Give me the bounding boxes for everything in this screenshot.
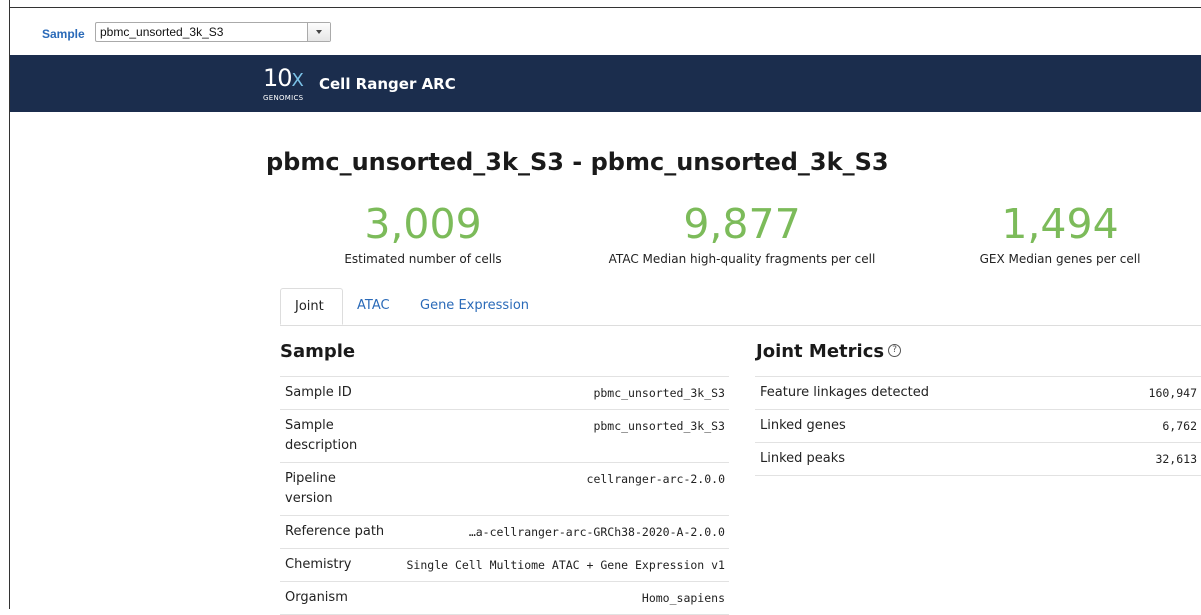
sample-select-value: pbmc_unsorted_3k_S3 — [100, 25, 224, 39]
row-value: pbmc_unsorted_3k_S3 — [389, 376, 729, 410]
row-key: Linked peaks — [755, 442, 1093, 476]
row-key: Linked genes — [755, 409, 1093, 443]
tab-joint[interactable]: Joint — [280, 288, 343, 325]
table-row: Linked genes 6,762 — [755, 409, 1201, 443]
hero-metric-value: 1,494 — [1001, 200, 1119, 248]
row-value: 160,947 — [1092, 376, 1201, 410]
sample-select[interactable]: pbmc_unsorted_3k_S3 — [95, 22, 331, 42]
row-key: Sample description — [280, 409, 389, 463]
row-key: Reference path — [280, 515, 389, 549]
row-value: pbmc_unsorted_3k_S3 — [389, 409, 729, 463]
row-key: Feature linkages detected — [755, 376, 1093, 410]
row-value: cellranger-arc-2.0.0 — [389, 462, 729, 516]
chevron-down-icon[interactable] — [307, 23, 330, 41]
hero-metric-label: GEX Median genes per cell — [979, 252, 1141, 266]
row-key: Chemistry — [280, 548, 389, 582]
joint-metrics-title-text: Joint Metrics — [756, 341, 885, 362]
logo-text-x: X — [291, 70, 304, 91]
table-row: Chemistry Single Cell Multiome ATAC + Gen… — [280, 548, 729, 582]
row-value: Homo_sapiens — [389, 581, 729, 615]
hero-metric-gex-genes: 1,494 GEX Median genes per cell — [960, 200, 1160, 266]
hero-metric-cells: 3,009 Estimated number of cells — [318, 200, 528, 266]
joint-metrics-table: Feature linkages detected 160,947 Linked … — [755, 376, 1201, 476]
tabs-divider — [280, 325, 1201, 326]
row-key: Pipeline version — [280, 462, 389, 516]
table-row: Organism Homo_sapiens — [280, 581, 729, 615]
sample-select-label: Sample — [42, 27, 85, 41]
hero-metric-value: 3,009 — [364, 200, 482, 248]
10x-genomics-logo: 10X GENOMICS — [263, 64, 304, 102]
table-row: Reference path …a-cellranger-arc-GRCh38-2… — [280, 515, 729, 549]
sample-section-title: Sample — [280, 341, 356, 362]
page-title: pbmc_unsorted_3k_S3 - pbmc_unsorted_3k_S… — [266, 148, 889, 176]
table-row: Pipeline version cellranger-arc-2.0.0 — [280, 462, 729, 516]
row-value: Single Cell Multiome ATAC + Gene Express… — [389, 548, 729, 582]
help-icon[interactable]: ? — [888, 343, 902, 357]
sample-table: Sample ID pbmc_unsorted_3k_S3 Sample desc… — [280, 376, 729, 615]
joint-metrics-title: Joint Metrics? — [756, 341, 902, 362]
row-value: 6,762 — [1092, 409, 1201, 443]
hero-metric-atac-fragments: 9,877 ATAC Median high-quality fragments… — [592, 200, 892, 266]
logo-subtext: GENOMICS — [263, 94, 304, 102]
table-row: Sample description pbmc_unsorted_3k_S3 — [280, 409, 729, 463]
row-value: …a-cellranger-arc-GRCh38-2020-A-2.0.0 — [389, 515, 729, 549]
tab-gene-expression[interactable]: Gene Expression — [406, 288, 543, 325]
table-row: Linked peaks 32,613 — [755, 442, 1201, 476]
logo-text-main: 10 — [263, 64, 293, 92]
hero-metric-label: Estimated number of cells — [344, 252, 502, 266]
table-row: Feature linkages detected 160,947 — [755, 376, 1201, 410]
app-header: 10X GENOMICS Cell Ranger ARC — [10, 55, 1201, 112]
table-row: Sample ID pbmc_unsorted_3k_S3 — [280, 376, 729, 410]
row-key: Sample ID — [280, 376, 389, 410]
tab-atac[interactable]: ATAC — [343, 288, 404, 325]
row-key: Organism — [280, 581, 389, 615]
app-title: Cell Ranger ARC — [319, 75, 456, 93]
hero-metric-value: 9,877 — [683, 200, 801, 248]
row-value: 32,613 — [1092, 442, 1201, 476]
hero-metric-label: ATAC Median high-quality fragments per c… — [608, 252, 876, 266]
frame-border-top — [9, 7, 1201, 8]
